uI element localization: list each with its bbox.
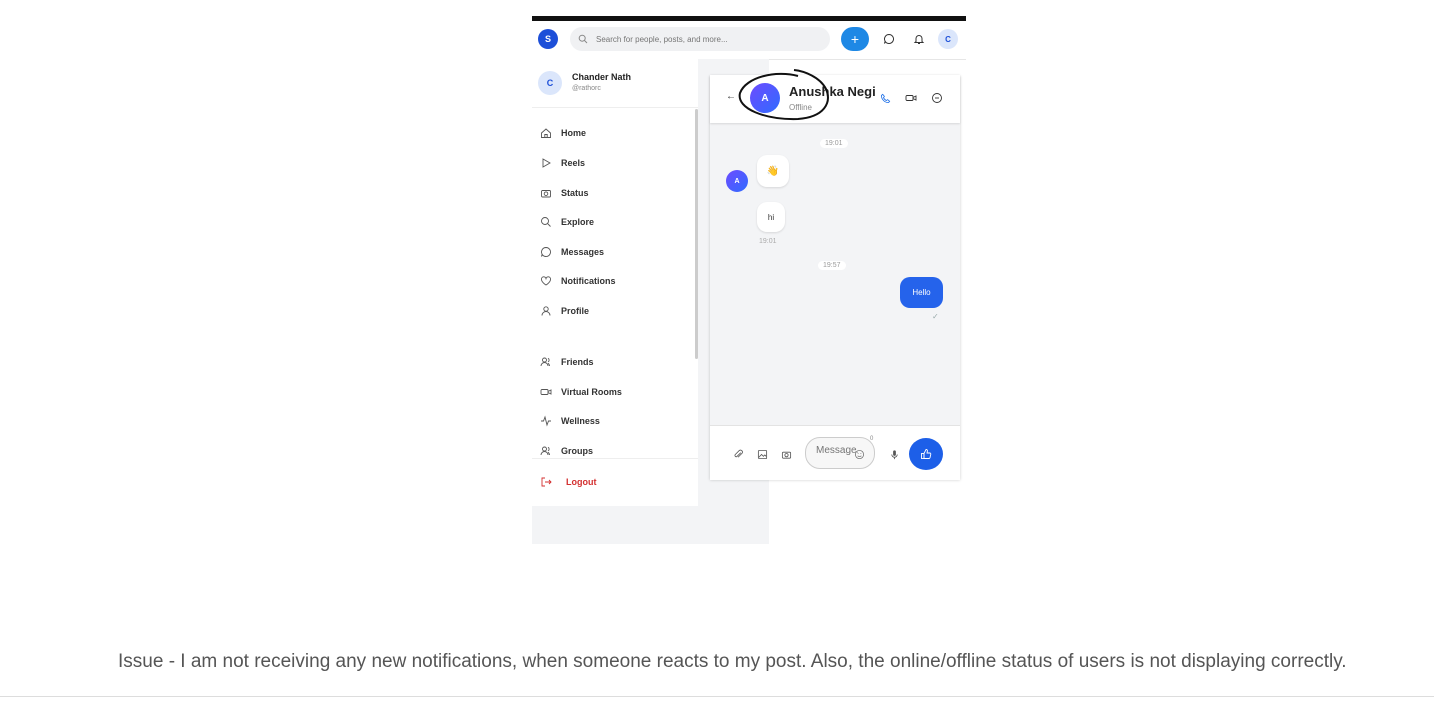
sidebar-item-explore[interactable]: Explore (538, 212, 688, 232)
info-icon[interactable] (930, 91, 944, 105)
search-bar[interactable] (570, 27, 830, 51)
message-time: 19:01 (759, 238, 777, 245)
user-avatar[interactable]: C (938, 29, 958, 49)
sidebar: C Chander Nath @rathorc Home Reels Statu… (532, 59, 698, 506)
top-bar: S + C (532, 21, 966, 60)
sidebar-divider (532, 458, 698, 459)
message-icon (538, 244, 554, 260)
logout-icon (538, 474, 554, 490)
sidebar-item-profile[interactable]: Profile (538, 301, 688, 321)
home-icon (538, 125, 554, 141)
avatar: C (538, 71, 562, 95)
logout-button[interactable]: Logout (538, 472, 688, 492)
sidebar-item-label: Notifications (561, 276, 616, 286)
chat-header: ← A Anushka Negi Offline (710, 69, 960, 123)
message-composer: 0 (710, 425, 960, 480)
bottom-divider (0, 696, 1434, 697)
sidebar-item-status[interactable]: Status (538, 183, 688, 203)
sidebar-item-home[interactable]: Home (538, 123, 688, 143)
logout-label: Logout (566, 477, 597, 487)
sidebar-item-label: Reels (561, 158, 586, 168)
create-button[interactable]: + (841, 27, 869, 51)
users-icon (538, 354, 554, 370)
sidebar-item-virtual-rooms[interactable]: Virtual Rooms (538, 382, 688, 402)
sidebar-item-label: Profile (561, 306, 590, 316)
paperclip-icon[interactable] (732, 448, 744, 460)
video-call-icon[interactable] (904, 91, 918, 105)
read-check-icon: ✓ (932, 312, 939, 321)
sidebar-item-reels[interactable]: Reels (538, 153, 688, 173)
chat-window: ← A Anushka Negi Offline 19:01 A 👋 hi 19… (710, 69, 960, 480)
like-send-button[interactable] (909, 438, 943, 470)
message-input-wrapper[interactable] (805, 437, 875, 469)
image-icon[interactable] (756, 448, 768, 460)
bottom-background (532, 506, 769, 544)
sidebar-item-label: Explore (561, 217, 595, 227)
message-bubble-incoming: 👋 (757, 155, 789, 187)
activity-icon (538, 413, 554, 429)
thumbs-up-icon (921, 449, 932, 459)
sidebar-item-friends[interactable]: Friends (538, 352, 688, 372)
avatar: A (726, 170, 748, 192)
sidebar-item-notifications[interactable]: Notifications (538, 271, 688, 291)
time-divider: 19:57 (818, 261, 846, 270)
message-bubble-incoming: hi (757, 202, 785, 232)
sidebar-item-label: Virtual Rooms (561, 387, 622, 397)
search-input[interactable] (594, 33, 818, 45)
user-icon (538, 303, 554, 319)
sidebar-item-label: Friends (561, 357, 594, 367)
sidebar-item-label: Home (561, 128, 587, 138)
search-icon (578, 34, 588, 44)
sidebar-item-label: Wellness (561, 416, 600, 426)
microphone-icon[interactable] (888, 448, 900, 460)
group-icon (538, 443, 554, 459)
app-logo[interactable]: S (538, 29, 558, 49)
phone-icon[interactable] (878, 91, 892, 105)
sidebar-item-messages[interactable]: Messages (538, 242, 688, 262)
issue-description: Issue - I am not receiving any new notif… (118, 651, 1347, 672)
app-screenshot: S + C C Chander Nath @rathorc Home (532, 16, 966, 544)
emoji-icon[interactable] (854, 447, 865, 465)
video-icon (538, 384, 554, 400)
profile-handle: @rathorc (572, 85, 601, 92)
time-divider: 19:01 (820, 139, 848, 148)
bell-icon[interactable] (911, 31, 927, 47)
camera-icon[interactable] (780, 448, 792, 460)
messages-icon[interactable] (881, 31, 897, 47)
sidebar-profile[interactable]: C Chander Nath @rathorc (532, 59, 698, 108)
profile-name: Chander Nath (572, 72, 632, 82)
char-counter: 0 (870, 436, 874, 442)
annotation-circle (738, 69, 829, 121)
play-icon (538, 155, 554, 171)
search-icon (538, 214, 554, 230)
sidebar-item-label: Groups (561, 446, 594, 456)
camera-icon (538, 185, 554, 201)
sidebar-item-wellness[interactable]: Wellness (538, 411, 688, 431)
sidebar-item-label: Status (561, 188, 589, 198)
sidebar-item-label: Messages (561, 247, 605, 257)
heart-icon (538, 273, 554, 289)
message-bubble-outgoing: Hello (900, 277, 943, 308)
